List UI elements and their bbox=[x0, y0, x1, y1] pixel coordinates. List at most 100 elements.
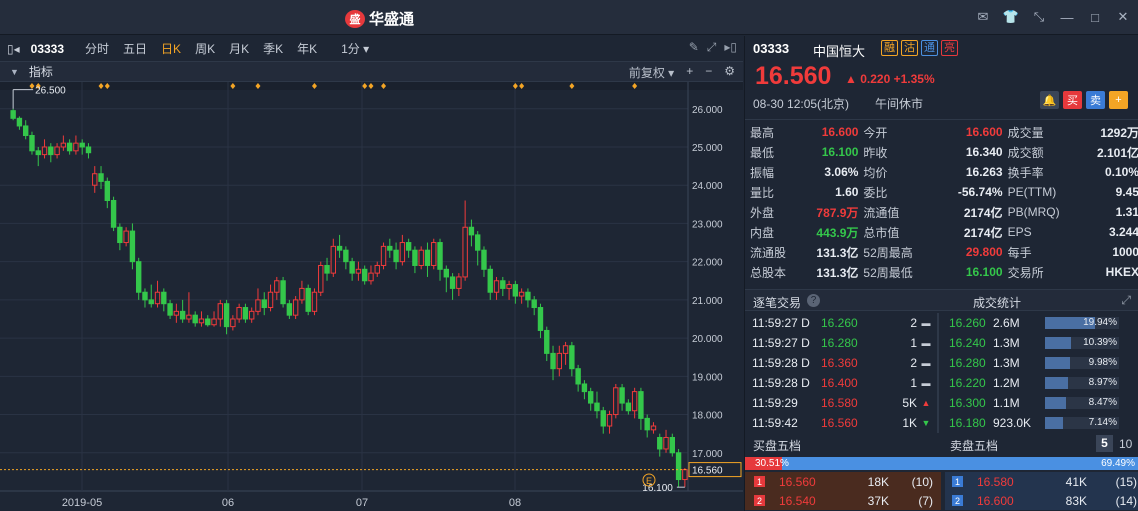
candle-body bbox=[606, 414, 613, 427]
candle-body bbox=[625, 402, 632, 412]
chart-background bbox=[0, 82, 743, 511]
plus-icon[interactable]: + bbox=[686, 64, 693, 81]
trade-direction-icon: ▼ bbox=[921, 418, 931, 428]
candle-body bbox=[211, 318, 217, 326]
candle-body bbox=[355, 268, 362, 274]
candle-body bbox=[186, 314, 192, 320]
quote-tag: 融 bbox=[881, 40, 898, 56]
interval-select[interactable]: 1分 ▾ bbox=[334, 40, 376, 57]
buy-button[interactable]: 买 bbox=[1063, 91, 1082, 109]
candle-body bbox=[305, 287, 311, 312]
stats-row: 流通股 131.3亿 52周最高 29.800 每手 1000 bbox=[745, 242, 1138, 262]
period-tab[interactable]: 分时 bbox=[78, 40, 116, 57]
deal-share-fill bbox=[1045, 337, 1072, 349]
period-tab[interactable]: 日K bbox=[154, 40, 188, 57]
indicator-bar: ▼ 指标 前复权 ▾ + − ⚙ bbox=[0, 61, 743, 82]
period-tab[interactable]: 季K bbox=[256, 40, 290, 57]
bid-price[interactable]: 16.540 bbox=[765, 494, 839, 508]
deal-price: 16.300 bbox=[949, 396, 986, 410]
depth-5-tab[interactable]: 5 bbox=[1096, 435, 1113, 452]
candle-body bbox=[393, 249, 399, 263]
trade-price: 16.580 bbox=[821, 396, 858, 410]
help-icon[interactable]: ? bbox=[807, 294, 820, 307]
deal-share-bar: 19.94% bbox=[1045, 317, 1119, 329]
candle-body bbox=[368, 272, 374, 282]
stat-label: 成交量 bbox=[1007, 125, 1044, 140]
deal-share-fill bbox=[1045, 397, 1067, 409]
candle-body bbox=[29, 135, 35, 152]
trades-title: 逐笔交易 bbox=[753, 296, 802, 310]
deal-share-fill bbox=[1045, 357, 1071, 369]
candle-body bbox=[544, 329, 550, 354]
stat-value: 16.600 bbox=[821, 125, 859, 139]
deal-price: 16.240 bbox=[949, 336, 986, 350]
period-tab[interactable]: 五日 bbox=[116, 40, 154, 57]
maximize-icon[interactable]: □ bbox=[1086, 8, 1104, 26]
candle-body bbox=[261, 299, 267, 309]
candle-body bbox=[324, 264, 330, 274]
stats-row: 外盘 787.9万 流通值 2174亿 PB(MRQ) 1.31 bbox=[745, 202, 1138, 222]
logo-mark: 盛 bbox=[345, 9, 365, 28]
deal-price: 16.220 bbox=[949, 376, 986, 390]
stats-row: 最高 16.600 今开 16.600 成交量 1292万 bbox=[745, 122, 1138, 142]
ask-price[interactable]: 16.580 bbox=[963, 475, 1037, 489]
chevron-down-icon: ▾ bbox=[668, 66, 675, 80]
expand-icon[interactable]: ⤢ bbox=[1121, 293, 1131, 308]
kline-chart[interactable]: 26.000 25.000 24.000 23.000 22.000 21.000 20.0… bbox=[0, 82, 743, 511]
fullscreen-icon[interactable]: ⤢ bbox=[707, 40, 717, 55]
period-tab[interactable]: 月K bbox=[222, 40, 256, 57]
bell-icon[interactable]: 🔔 bbox=[1040, 91, 1059, 109]
stat-value: 9.45 bbox=[1115, 185, 1138, 199]
deal-volume: 1.2M bbox=[993, 376, 1020, 390]
price-change: ▲ 0.220 +1.35% bbox=[845, 72, 935, 86]
bid-price[interactable]: 16.560 bbox=[765, 475, 839, 489]
interval-value: 1分 bbox=[341, 42, 360, 56]
sell-button[interactable]: 卖 bbox=[1086, 91, 1105, 109]
last-price: 16.560 bbox=[755, 62, 832, 90]
candle-body bbox=[613, 387, 619, 416]
add-watchlist-button[interactable]: + bbox=[1109, 91, 1128, 109]
stat-label: 交易所 bbox=[1007, 265, 1044, 280]
panel-toggle-icon[interactable]: ▯◂ bbox=[0, 42, 27, 56]
shirt-icon[interactable]: 👕 bbox=[1002, 8, 1020, 26]
indicator-label[interactable]: 指标 bbox=[29, 63, 53, 80]
candle-body bbox=[431, 242, 437, 266]
candle-body bbox=[248, 310, 255, 320]
stat-label: 昨收 bbox=[863, 145, 888, 160]
candle-body bbox=[299, 287, 305, 301]
stat-label: 量比 bbox=[750, 185, 775, 200]
minus-icon[interactable]: − bbox=[705, 64, 712, 81]
ask-level: 2 bbox=[952, 495, 963, 506]
bid-ask-ratio-bar: 30.51% 69.49% bbox=[745, 456, 1138, 471]
stat-label: 流通股 bbox=[750, 245, 787, 260]
ask-price[interactable]: 16.600 bbox=[963, 494, 1037, 508]
candle-body bbox=[663, 436, 669, 450]
collapse-panel-icon[interactable]: ▸▯ bbox=[724, 40, 737, 55]
stat-value: 3.244 bbox=[1108, 225, 1138, 239]
candle-body bbox=[274, 280, 280, 293]
orderbook-row: 1 16.560 18K (10) 1 16.580 41K (15) bbox=[745, 472, 1138, 491]
gear-icon[interactable]: ⚙ bbox=[724, 64, 735, 81]
candle-body bbox=[657, 436, 663, 450]
quote-datetime: 08-30 12:05(北京) bbox=[753, 97, 850, 111]
draw-pen-icon[interactable]: ✎ bbox=[689, 40, 699, 55]
candle-body bbox=[267, 291, 274, 309]
minimize-icon[interactable]: — bbox=[1058, 8, 1076, 26]
candle-body bbox=[644, 417, 650, 431]
stock-code: 03333 bbox=[30, 41, 65, 56]
trade-row: 11:59:28 D 16.400 1 ▬ 16.220 1.2M 8.97% bbox=[745, 373, 1138, 393]
period-tab[interactable]: 周K bbox=[188, 40, 222, 57]
candle-body bbox=[374, 264, 380, 274]
period-tab[interactable]: 年K bbox=[290, 40, 324, 57]
stat-value: 787.9万 bbox=[816, 205, 859, 220]
close-icon[interactable]: ✕ bbox=[1114, 8, 1132, 26]
depth-10-tab[interactable]: 10 bbox=[1119, 437, 1132, 451]
candle-body bbox=[493, 280, 500, 293]
stat-label: PE(TTM) bbox=[1007, 185, 1057, 199]
adjust-select[interactable]: 前复权 ▾ bbox=[629, 64, 674, 81]
shrink-icon[interactable]: ⤡ bbox=[1030, 8, 1048, 26]
triangle-down-icon[interactable]: ▼ bbox=[10, 67, 19, 77]
trade-direction-icon: ▬ bbox=[921, 318, 931, 328]
mail-icon[interactable]: ✉ bbox=[974, 8, 992, 26]
candle-body bbox=[161, 291, 167, 305]
